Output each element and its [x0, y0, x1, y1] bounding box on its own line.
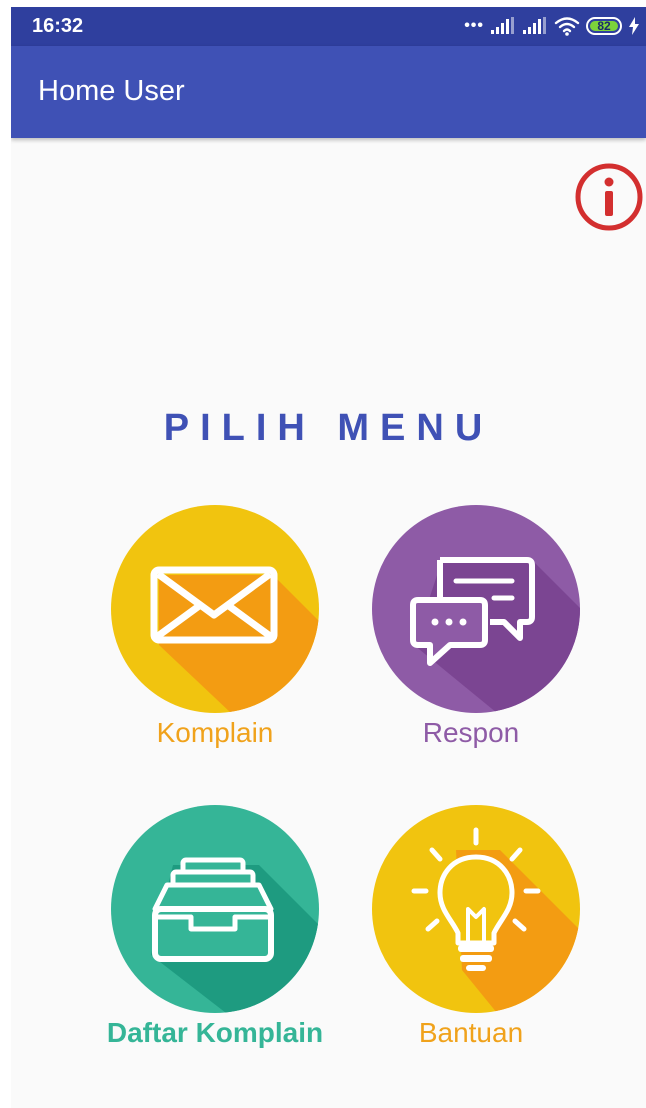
app-bar: Home User — [11, 46, 646, 138]
menu-label: Komplain — [156, 717, 274, 748]
signal-dots-icon: ••• — [464, 17, 484, 34]
menu-circle — [111, 805, 319, 1013]
battery-level: 82 — [597, 19, 611, 33]
info-icon — [575, 163, 643, 231]
inbox-tray-icon — [152, 857, 274, 962]
status-icons: ••• 82 — [464, 14, 640, 38]
menu-label: Respon — [422, 717, 520, 748]
signal-strength-icon — [491, 17, 514, 34]
menu-item-komplain[interactable]: Komplain — [95, 505, 335, 765]
info-button[interactable] — [574, 162, 644, 232]
menu-circle — [372, 805, 580, 1013]
phone-screen: 16:32 ••• 82 Home User PILIH MENU Kompla… — [11, 7, 646, 1108]
status-time: 16:32 — [32, 15, 84, 37]
menu-label: Daftar Komplain — [106, 1017, 324, 1048]
charging-bolt-icon — [629, 17, 639, 35]
menu-circle — [372, 505, 580, 713]
menu-item-respon[interactable]: Respon — [351, 505, 591, 765]
battery-icon: 82 — [586, 17, 622, 35]
menu-label: Bantuan — [418, 1017, 524, 1048]
status-bar: 16:32 ••• 82 — [11, 7, 646, 46]
menu-circle — [111, 505, 319, 713]
menu-heading: PILIH MENU — [163, 407, 494, 449]
wifi-icon — [554, 17, 580, 36]
menu-item-bantuan[interactable]: Bantuan — [351, 805, 591, 1065]
signal-strength-icon — [523, 17, 546, 34]
page-title: Home User — [38, 75, 185, 107]
menu-item-daftar-komplain[interactable]: Daftar Komplain — [95, 805, 335, 1065]
